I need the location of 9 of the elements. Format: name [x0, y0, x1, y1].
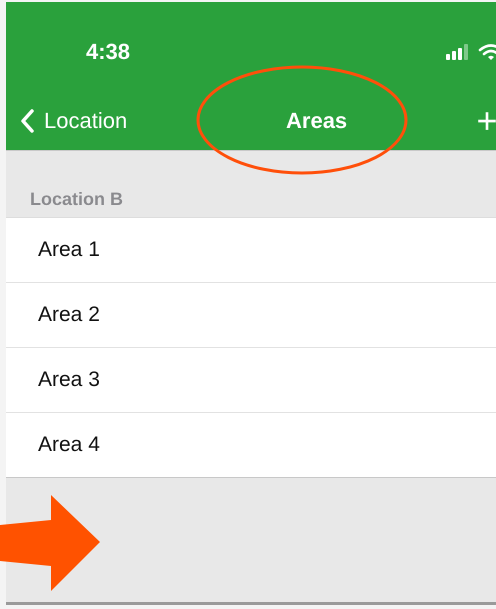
- list-item[interactable]: Area 4: [6, 413, 496, 477]
- wifi-icon: [478, 44, 496, 60]
- status-time: 4:38: [86, 39, 130, 65]
- nav-title: Areas: [286, 108, 348, 134]
- list-item[interactable]: Area 3: [6, 348, 496, 413]
- list-item[interactable]: Area 1: [6, 218, 496, 283]
- list-item[interactable]: Area 2: [6, 283, 496, 348]
- section-header: Location B: [29, 189, 124, 211]
- back-chevron-icon: [20, 109, 34, 133]
